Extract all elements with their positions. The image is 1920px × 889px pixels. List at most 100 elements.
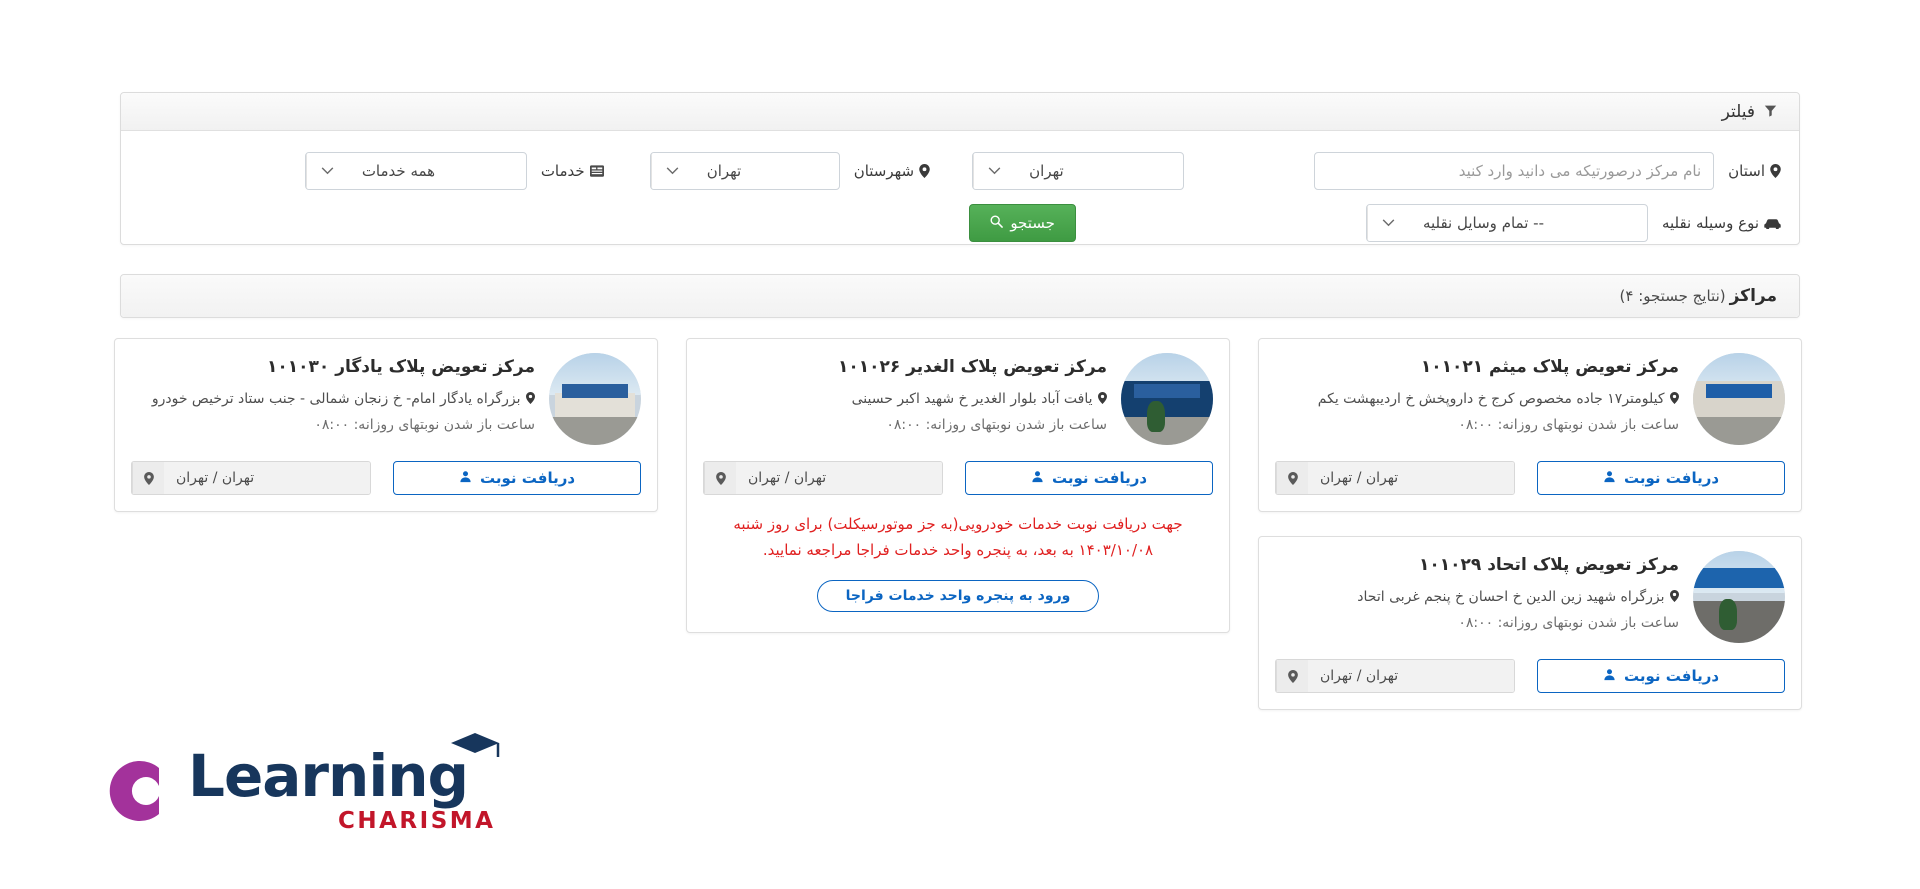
learning-charisma-logo: Learning CHARISMA bbox=[96, 732, 500, 834]
chevron-down-icon[interactable] bbox=[650, 153, 693, 189]
centers-column-middle: مرکز تعویض پلاک الغدیر ۱۰۱۰۲۶ یافت آباد … bbox=[686, 338, 1230, 633]
map-pin-icon bbox=[1276, 660, 1308, 692]
search-button-label: جستجو bbox=[1010, 214, 1055, 232]
county-select[interactable]: تهران bbox=[649, 152, 840, 190]
center-card-info: مرکز تعویض پلاک الغدیر ۱۰۱۰۲۶ یافت آباد … bbox=[703, 353, 1107, 436]
center-card-hours: ساعت باز شدن نوبتهای روزانه: ۰۸:۰۰ bbox=[886, 417, 1107, 434]
charisma-arc-icon bbox=[96, 754, 170, 828]
center-card-address-row: بزرگراه شهید زین الدین خ احسان خ پنجم غر… bbox=[1275, 587, 1679, 608]
center-card-info: مرکز تعویض پلاک اتحاد ۱۰۱۰۲۹ بزرگراه شهی… bbox=[1275, 551, 1679, 634]
center-card-address: کیلومتر۱۷ جاده مخصوص کرج خ داروپخش خ ارد… bbox=[1317, 391, 1665, 408]
center-photo-ettehad bbox=[1693, 551, 1785, 643]
faraja-notice-text: جهت دریافت نوبت خدمات خودرویی(به جز موتو… bbox=[733, 515, 1183, 560]
chevron-down-icon[interactable] bbox=[973, 153, 1016, 189]
centers-column-right: مرکز تعویض پلاک یادگار ۱۰۱۰۳۰ بزرگراه یا… bbox=[114, 338, 658, 512]
location-pin-icon bbox=[1666, 589, 1679, 605]
services-label: خدمات bbox=[541, 162, 604, 180]
center-card-title: مرکز تعویض پلاک الغدیر ۱۰۱۰۲۶ bbox=[838, 357, 1107, 377]
funnel-icon bbox=[1764, 103, 1777, 121]
center-card-info: مرکز تعویض پلاک یادگار ۱۰۱۰۳۰ بزرگراه یا… bbox=[131, 353, 535, 436]
centers-column-left: مرکز تعویض پلاک میثم ۱۰۱۰۲۱ کیلومتر۱۷ جا… bbox=[1258, 338, 1802, 710]
center-card-title: مرکز تعویض پلاک اتحاد ۱۰۱۰۲۹ bbox=[1419, 555, 1679, 575]
logo-subtitle: CHARISMA bbox=[338, 808, 496, 834]
center-card-footer: دریافت نوبت تهران / تهران bbox=[1275, 461, 1785, 495]
map-pin-icon bbox=[704, 462, 736, 494]
logo-text-block: Learning CHARISMA bbox=[188, 732, 500, 834]
center-card-info: مرکز تعویض پلاک میثم ۱۰۱۰۲۱ کیلومتر۱۷ جا… bbox=[1275, 353, 1679, 436]
center-card[interactable]: مرکز تعویض پلاک میثم ۱۰۱۰۲۱ کیلومتر۱۷ جا… bbox=[1258, 338, 1802, 512]
vehicle-select[interactable]: -- تمام وسایل نقلیه bbox=[1365, 204, 1648, 242]
center-location-value: تهران / تهران bbox=[736, 462, 942, 494]
center-card-top: مرکز تعویض پلاک میثم ۱۰۱۰۲۱ کیلومتر۱۷ جا… bbox=[1275, 353, 1785, 445]
center-card-hours: ساعت باز شدن نوبتهای روزانه: ۰۸:۰۰ bbox=[1458, 615, 1679, 632]
filter-panel-header: فیلتر bbox=[121, 93, 1799, 131]
county-select-value: تهران bbox=[706, 162, 742, 180]
filter-panel: فیلتر استان تهران bbox=[120, 92, 1800, 245]
page-root: فیلتر استان تهران bbox=[0, 0, 1920, 889]
center-card-address: بزرگراه یادگار امام- خ زنجان شمالی - جنب… bbox=[151, 391, 521, 408]
center-card[interactable]: مرکز تعویض پلاک الغدیر ۱۰۱۰۲۶ یافت آباد … bbox=[686, 338, 1230, 633]
vehicle-label-text: نوع وسیله نقلیه bbox=[1661, 214, 1759, 232]
graduation-cap-icon bbox=[449, 731, 501, 769]
services-label-text: خدمات bbox=[540, 162, 585, 180]
results-panel-header: مراکز (نتایج جستجو: ۴) bbox=[121, 275, 1799, 317]
center-card-top: مرکز تعویض پلاک یادگار ۱۰۱۰۳۰ بزرگراه یا… bbox=[131, 353, 641, 445]
list-icon bbox=[589, 165, 604, 177]
center-photo-yadegar bbox=[549, 353, 641, 445]
center-photo-meysam bbox=[1693, 353, 1785, 445]
province-select-value: تهران bbox=[1029, 162, 1064, 180]
filter-row-1: استان تهران شهرستان تهران bbox=[139, 145, 1781, 197]
person-icon bbox=[1603, 469, 1616, 487]
center-name-input[interactable] bbox=[1314, 152, 1715, 190]
get-appointment-button[interactable]: دریافت نوبت bbox=[965, 461, 1213, 495]
get-appointment-label: دریافت نوبت bbox=[1051, 469, 1148, 487]
get-appointment-label: دریافت نوبت bbox=[479, 469, 576, 487]
centers-grid: مرکز تعویض پلاک میثم ۱۰۱۰۲۱ کیلومتر۱۷ جا… bbox=[112, 338, 1802, 710]
get-appointment-button[interactable]: دریافت نوبت bbox=[393, 461, 641, 495]
province-label: استان bbox=[1728, 162, 1781, 180]
county-label: شهرستان bbox=[854, 162, 930, 180]
get-appointment-button[interactable]: دریافت نوبت bbox=[1537, 461, 1785, 495]
person-icon bbox=[459, 469, 472, 487]
center-card-title: مرکز تعویض پلاک میثم ۱۰۱۰۲۱ bbox=[1420, 357, 1679, 377]
center-location-field: تهران / تهران bbox=[1275, 461, 1515, 495]
center-card[interactable]: مرکز تعویض پلاک اتحاد ۱۰۱۰۲۹ بزرگراه شهی… bbox=[1258, 536, 1802, 710]
car-icon bbox=[1764, 219, 1781, 229]
location-pin-icon bbox=[522, 391, 535, 407]
chevron-down-icon[interactable] bbox=[1366, 205, 1409, 241]
center-location-value: تهران / تهران bbox=[1308, 660, 1514, 692]
chevron-down-icon[interactable] bbox=[305, 153, 348, 189]
center-card-top: مرکز تعویض پلاک الغدیر ۱۰۱۰۲۶ یافت آباد … bbox=[703, 353, 1213, 445]
center-card-address: بزرگراه شهید زین الدین خ احسان خ پنجم غر… bbox=[1357, 589, 1665, 606]
logo-word: Learning bbox=[188, 741, 469, 810]
faraja-portal-button[interactable]: ورود به پنجره واحد خدمات فراجا bbox=[817, 579, 1099, 612]
search-button[interactable]: جستجو bbox=[969, 204, 1076, 242]
center-location-field: تهران / تهران bbox=[1275, 659, 1515, 693]
vehicle-label: نوع وسیله نقلیه bbox=[1662, 214, 1781, 232]
services-select-value: همه خدمات bbox=[361, 162, 436, 180]
center-photo-alghadir bbox=[1121, 353, 1213, 445]
map-pin-icon bbox=[1276, 462, 1308, 494]
center-card-address: یافت آباد بلوار الغدیر خ شهید اکبر حسینی bbox=[851, 391, 1093, 408]
vehicle-select-value: -- تمام وسایل نقلیه bbox=[1422, 214, 1544, 232]
location-pin-icon bbox=[1666, 391, 1679, 407]
person-icon bbox=[1031, 469, 1044, 487]
center-card-footer: دریافت نوبت تهران / تهران bbox=[703, 461, 1213, 495]
center-card-title: مرکز تعویض پلاک یادگار ۱۰۱۰۳۰ bbox=[267, 357, 535, 377]
center-location-value: تهران / تهران bbox=[164, 462, 370, 494]
center-card-address-row: کیلومتر۱۷ جاده مخصوص کرج خ داروپخش خ ارد… bbox=[1275, 389, 1679, 410]
center-location-field: تهران / تهران bbox=[131, 461, 371, 495]
center-card-address-row: یافت آباد بلوار الغدیر خ شهید اکبر حسینی bbox=[703, 389, 1107, 410]
services-select[interactable]: همه خدمات bbox=[304, 152, 527, 190]
center-card-hours: ساعت باز شدن نوبتهای روزانه: ۰۸:۰۰ bbox=[314, 417, 535, 434]
filter-body: استان تهران شهرستان تهران bbox=[121, 131, 1799, 259]
center-location-field: تهران / تهران bbox=[703, 461, 943, 495]
get-appointment-label: دریافت نوبت bbox=[1623, 469, 1720, 487]
search-icon bbox=[990, 214, 1004, 232]
center-card-address-row: بزرگراه یادگار امام- خ زنجان شمالی - جنب… bbox=[131, 389, 535, 410]
center-card[interactable]: مرکز تعویض پلاک یادگار ۱۰۱۰۳۰ بزرگراه یا… bbox=[114, 338, 658, 512]
get-appointment-label: دریافت نوبت bbox=[1623, 667, 1720, 685]
province-select[interactable]: تهران bbox=[972, 152, 1185, 190]
get-appointment-button[interactable]: دریافت نوبت bbox=[1537, 659, 1785, 693]
results-count: (نتایج جستجو: ۴) bbox=[1619, 287, 1726, 305]
